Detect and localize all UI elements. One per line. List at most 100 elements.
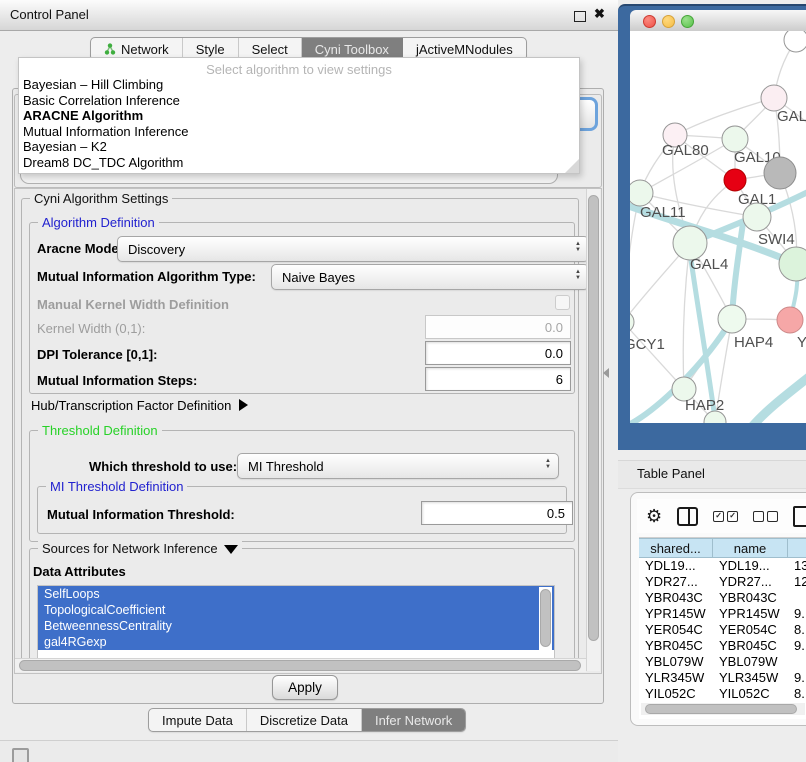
table-cell[interactable]: 13 (788, 558, 806, 574)
tab-discretize-data[interactable]: Discretize Data (247, 709, 362, 731)
network-node[interactable] (777, 307, 803, 333)
table-cell[interactable]: YDL19... (639, 558, 713, 574)
table-cell[interactable]: YDR27... (713, 574, 788, 590)
algorithm-option[interactable]: Dream8 DC_TDC Algorithm (19, 155, 579, 171)
overlay-corner-fold (565, 159, 579, 173)
table-cell[interactable]: YLR345W (713, 670, 788, 686)
network-canvas[interactable]: GALGAL80GAL10GAL1GAL11SWI4GAL4GCY1HAP4YH… (630, 31, 806, 423)
data-attribute-item[interactable]: BetweennessCentrality (38, 618, 554, 634)
network-edge (683, 243, 690, 389)
minimize-traffic-light-icon[interactable] (662, 15, 675, 28)
network-node[interactable] (784, 31, 806, 52)
table-cell[interactable]: YPR145W (713, 606, 788, 622)
gear-icon[interactable]: ⚙ (646, 507, 662, 525)
table-cell[interactable]: YER054C (639, 622, 713, 638)
close-traffic-light-icon[interactable] (643, 15, 656, 28)
columns-icon[interactable] (677, 507, 698, 526)
zoom-traffic-light-icon[interactable] (681, 15, 694, 28)
network-node[interactable] (673, 226, 707, 260)
network-node[interactable] (630, 180, 653, 206)
algorithm-option[interactable]: Basic Correlation Inference (19, 93, 579, 109)
mi-steps-field[interactable]: 6 (425, 367, 571, 391)
panel-splitter-handle[interactable] (603, 368, 609, 378)
attribute-list-scrollbar[interactable] (539, 587, 552, 655)
scrollbar-thumb[interactable] (588, 195, 599, 641)
table-cell[interactable]: 9. (788, 670, 806, 686)
hub-definition-toggle[interactable]: Hub/Transcription Factor Definition (31, 398, 248, 413)
kernel-width-field[interactable]: 0.0 (425, 315, 571, 339)
table-cell[interactable]: YIL052C (639, 686, 713, 702)
data-attribute-item[interactable]: gal4RGexp (38, 634, 554, 650)
data-attribute-item[interactable]: SelfLoops (38, 586, 554, 602)
table-cell[interactable]: 8. (788, 686, 806, 702)
table-row[interactable]: YBR043CYBR043C (639, 590, 806, 606)
column-header[interactable]: name (713, 538, 788, 558)
table-row[interactable]: YER054CYER054C8. (639, 622, 806, 638)
algorithm-option[interactable]: Bayesian – Hill Climbing (19, 77, 579, 93)
group-title: Cyni Algorithm Settings (30, 191, 172, 206)
table-row[interactable]: YBR045CYBR045C9. (639, 638, 806, 654)
table-row[interactable]: YBL079WYBL079W (639, 654, 806, 670)
aracne-mode-select[interactable]: Discovery ▲▼ (117, 236, 589, 262)
select-all-icon[interactable]: ✓✓ (713, 511, 738, 522)
network-node[interactable] (718, 305, 746, 333)
table-row[interactable]: YIL052CYIL052C8. (639, 686, 806, 702)
network-node[interactable] (764, 157, 796, 189)
table-cell[interactable]: YIL052C (713, 686, 788, 702)
settings-horizontal-scrollbar[interactable] (15, 658, 586, 672)
table-cell[interactable]: 12 (788, 574, 806, 590)
table-row[interactable]: YDL19...YDL19...13 (639, 558, 806, 574)
tab-impute-data[interactable]: Impute Data (149, 709, 247, 731)
panel-corner-icon[interactable] (12, 748, 29, 762)
table-cell[interactable]: YPR145W (639, 606, 713, 622)
mi-threshold-field[interactable]: 0.5 (421, 501, 573, 525)
table-row[interactable]: YPR145WYPR145W9. (639, 606, 806, 622)
network-node[interactable] (779, 247, 806, 281)
scrollbar-thumb[interactable] (19, 660, 581, 671)
control-panel-titlebar: Control Panel ✖ (0, 0, 618, 31)
settings-vertical-scrollbar[interactable] (586, 189, 600, 671)
which-threshold-select[interactable]: MI Threshold ▲▼ (237, 453, 559, 479)
table-cell[interactable]: 9. (788, 638, 806, 654)
table-cell[interactable]: YBL079W (639, 654, 713, 670)
manual-kernel-checkbox[interactable] (555, 295, 570, 310)
algorithm-option[interactable]: ARACNE Algorithm (19, 108, 579, 124)
table-horizontal-scrollbar[interactable] (641, 703, 805, 715)
new-table-icon[interactable] (793, 506, 806, 527)
table-cell[interactable]: YBL079W (713, 654, 788, 670)
algorithm-option[interactable]: Bayesian – K2 (19, 139, 579, 155)
table-cell[interactable]: YDR27... (639, 574, 713, 590)
apply-button[interactable]: Apply (272, 675, 338, 700)
data-attribute-item[interactable]: TopologicalCoefficient (38, 602, 554, 618)
table-cell[interactable]: YLR345W (639, 670, 713, 686)
network-node[interactable] (743, 203, 771, 231)
table-row[interactable]: YDR27...YDR27...12 (639, 574, 806, 590)
column-header[interactable] (788, 538, 806, 558)
table-cell[interactable]: YBR045C (639, 638, 713, 654)
table-row[interactable]: YLR345WYLR345W9. (639, 670, 806, 686)
tab-infer-network[interactable]: Infer Network (362, 709, 465, 731)
algorithm-option[interactable]: Mutual Information Inference (19, 124, 579, 140)
column-header[interactable]: shared... (639, 538, 713, 558)
scrollbar-thumb[interactable] (540, 589, 551, 647)
dpi-tolerance-field[interactable]: 0.0 (425, 341, 571, 365)
table-cell[interactable]: YBR043C (639, 590, 713, 606)
network-node[interactable] (630, 311, 634, 333)
table-cell[interactable]: YBR043C (713, 590, 788, 606)
network-window-titlebar[interactable] (630, 10, 806, 32)
table-cell[interactable]: YDL19... (713, 558, 788, 574)
scrollbar-thumb[interactable] (645, 704, 797, 714)
table-cell[interactable]: YBR045C (713, 638, 788, 654)
table-cell[interactable] (788, 654, 806, 670)
mi-algorithm-type-select[interactable]: Naive Bayes ▲▼ (271, 264, 589, 290)
sources-title[interactable]: Sources for Network Inference (38, 541, 242, 556)
deselect-all-icon[interactable] (753, 511, 778, 522)
table-cell[interactable]: 9. (788, 606, 806, 622)
network-node[interactable] (724, 169, 746, 191)
close-icon[interactable]: ✖ (594, 6, 605, 22)
float-window-icon[interactable] (574, 11, 586, 22)
table-panel: ⚙ ✓✓ shared...nameYDL19...YDL19...13YDR2… (630, 492, 806, 726)
table-cell[interactable] (788, 590, 806, 606)
table-cell[interactable]: 8. (788, 622, 806, 638)
table-cell[interactable]: YER054C (713, 622, 788, 638)
